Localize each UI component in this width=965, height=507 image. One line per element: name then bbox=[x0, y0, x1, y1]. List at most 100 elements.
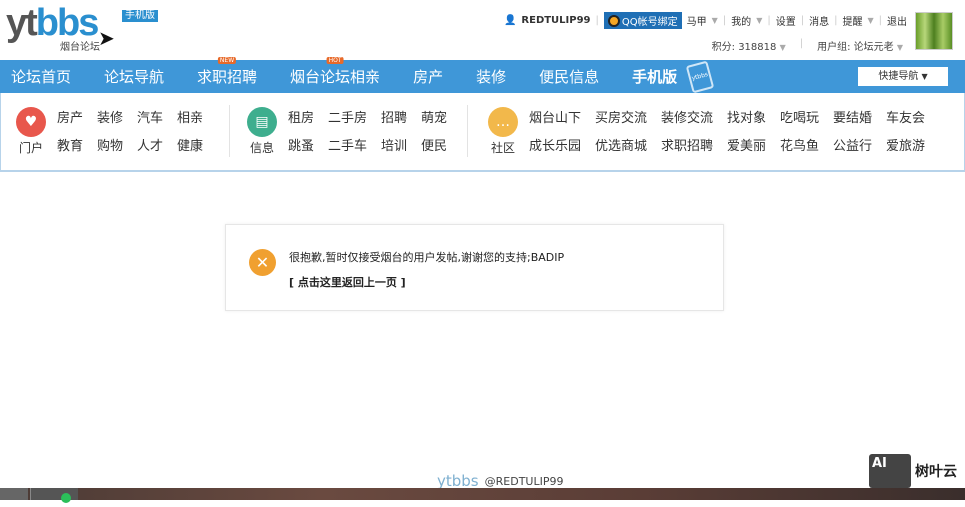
info-link[interactable]: ▤ 信息 bbox=[246, 107, 278, 156]
nav-label: 装修 bbox=[476, 68, 507, 86]
username-link[interactable]: REDTULIP99 bbox=[521, 15, 590, 26]
taskbar bbox=[0, 488, 965, 503]
category-link[interactable]: 求职招聘 bbox=[661, 135, 727, 157]
nav-realestate[interactable]: 房产 bbox=[413, 66, 443, 87]
category-link[interactable]: 装修交流 bbox=[661, 107, 727, 129]
chat-icon: … bbox=[488, 107, 518, 137]
nav-info[interactable]: 便民信息 bbox=[539, 66, 599, 87]
menu-settings[interactable]: 设置 bbox=[776, 13, 796, 28]
qq-icon bbox=[607, 14, 620, 27]
category-link[interactable]: 爱美丽 bbox=[727, 135, 780, 157]
category-link[interactable]: 相亲 bbox=[177, 107, 217, 129]
category-link[interactable]: 萌宠 bbox=[421, 107, 461, 129]
category-link[interactable]: 便民 bbox=[421, 135, 461, 157]
usergroup-link[interactable]: 用户组: 论坛元老 ▼ bbox=[817, 38, 903, 53]
group-info: ▤ 信息 租房 二手房 招聘 萌宠跳蚤 二手车 培训 便民 bbox=[246, 107, 461, 156]
nav-label: 便民信息 bbox=[539, 68, 600, 86]
category-link[interactable]: 汽车 bbox=[137, 107, 177, 129]
quick-nav-label: 快捷导航 bbox=[878, 71, 919, 82]
category-link[interactable]: 二手房 bbox=[328, 107, 381, 129]
points-link[interactable]: 积分: 318818 ▼ bbox=[712, 38, 786, 53]
group-label: 社区 bbox=[490, 141, 515, 155]
qq-bind-label: QQ帐号绑定 bbox=[621, 17, 678, 28]
hot-badge: HOT bbox=[326, 57, 344, 64]
portal-link[interactable]: ♥ 门户 bbox=[15, 107, 47, 156]
main-nav: 论坛首页 论坛导航 NEW 求职招聘 HOT 烟台论坛相亲 房产 装修 便民信息 手… bbox=[0, 57, 965, 93]
user-bar: 👤 REDTULIP99 | QQ帐号绑定 马甲 ▼ | 我的 ▼ | 设置 | 消息 | … bbox=[504, 12, 907, 29]
message-box: ✕ 很抱歉,暂时仅接受烟台的用户发帖,谢谢您的支持;BADIP [ 点击这里返回… bbox=[225, 224, 724, 311]
error-message: 很抱歉,暂时仅接受烟台的用户发帖,谢谢您的支持;BADIP bbox=[289, 251, 565, 264]
nav-decoration[interactable]: 装修 bbox=[476, 66, 506, 87]
nav-label: 求职招聘 bbox=[197, 68, 258, 86]
category-link[interactable]: 人才 bbox=[137, 135, 177, 157]
nav-label: 烟台论坛相亲 bbox=[290, 68, 381, 86]
category-link[interactable]: 培训 bbox=[381, 135, 421, 157]
category-link[interactable]: 花鸟鱼 bbox=[780, 135, 833, 157]
category-link[interactable]: 要结婚 bbox=[833, 107, 886, 129]
group-label: 信息 bbox=[249, 141, 274, 155]
nav-label: 论坛导航 bbox=[104, 68, 165, 86]
back-link[interactable]: [ 点击这里返回上一页 ] bbox=[289, 274, 406, 290]
category-link[interactable]: 爱旅游 bbox=[886, 135, 939, 157]
category-link[interactable]: 优选商城 bbox=[595, 135, 661, 157]
category-link[interactable]: 招聘 bbox=[381, 107, 421, 129]
ai-logo-icon: AI bbox=[869, 454, 911, 488]
mouse-cursor-icon: ➤ bbox=[98, 26, 115, 50]
category-link[interactable]: 吃喝玩 bbox=[780, 107, 833, 129]
nav-label: 手机版 bbox=[632, 68, 678, 86]
category-link[interactable]: 房产 bbox=[57, 107, 97, 129]
qq-bind-button[interactable]: QQ帐号绑定 bbox=[603, 12, 682, 29]
taskbar-button[interactable] bbox=[0, 488, 28, 500]
document-icon: ▤ bbox=[247, 107, 277, 137]
nav-label: 论坛首页 bbox=[11, 68, 72, 86]
brand-watermark: AI 树叶云 bbox=[869, 454, 957, 488]
usergroup-label: 用户组: 论坛元老 bbox=[817, 42, 894, 53]
category-link[interactable]: 成长乐园 bbox=[529, 135, 595, 157]
group-portal: ♥ 门户 房产 装修 汽车 相亲教育 购物 人才 健康 bbox=[15, 107, 217, 156]
category-link[interactable]: 教育 bbox=[57, 135, 97, 157]
nav-home[interactable]: 论坛首页 bbox=[11, 66, 71, 87]
menu-reminders[interactable]: 提醒 bbox=[842, 13, 862, 28]
nav-dating[interactable]: HOT 烟台论坛相亲 bbox=[290, 57, 381, 87]
points-label: 积分: 318818 bbox=[711, 42, 777, 53]
taskbar-app[interactable] bbox=[30, 488, 78, 503]
phone-icon: ytbbs bbox=[685, 60, 715, 93]
category-link[interactable]: 找对象 bbox=[727, 107, 780, 129]
category-link[interactable]: 购物 bbox=[97, 135, 137, 157]
logo-text: ytbbs bbox=[6, 2, 99, 44]
category-link[interactable]: 二手车 bbox=[328, 135, 381, 157]
category-link[interactable]: 租房 bbox=[288, 107, 328, 129]
nav-jobs[interactable]: NEW 求职招聘 bbox=[197, 57, 258, 87]
category-link[interactable]: 车友会 bbox=[886, 107, 939, 129]
menu-majia[interactable]: 马甲 bbox=[687, 13, 707, 28]
user-icon: 👤 bbox=[503, 15, 517, 26]
category-link[interactable]: 烟台山下 bbox=[529, 107, 595, 129]
brand-name: 树叶云 bbox=[915, 464, 957, 480]
heart-icon: ♥ bbox=[16, 107, 46, 137]
menu-logout[interactable]: 退出 bbox=[887, 13, 907, 28]
group-label: 门户 bbox=[18, 141, 43, 155]
category-link[interactable]: 装修 bbox=[97, 107, 137, 129]
site-logo[interactable]: ytbbs 烟台论坛 bbox=[6, 2, 106, 53]
new-badge: NEW bbox=[217, 57, 237, 64]
menu-mine[interactable]: 我的 bbox=[731, 13, 751, 28]
mobile-version-link[interactable]: 手机版 bbox=[122, 10, 158, 22]
category-link[interactable]: 跳蚤 bbox=[288, 135, 328, 157]
app-icon bbox=[61, 493, 71, 503]
menu-messages[interactable]: 消息 bbox=[809, 13, 829, 28]
watermark-user: @REDTULIP99 bbox=[484, 474, 564, 488]
community-link[interactable]: … 社区 bbox=[487, 107, 519, 156]
category-link[interactable]: 公益行 bbox=[833, 135, 886, 157]
nav-mobile[interactable]: 手机版 bbox=[632, 66, 677, 87]
group-community: … 社区 烟台山下 买房交流 装修交流 找对象 吃喝玩 要结婚 车友会成长乐园 优选商城 求职招聘… bbox=[487, 107, 939, 156]
nav-guide[interactable]: 论坛导航 bbox=[104, 66, 164, 87]
category-link[interactable]: 健康 bbox=[177, 135, 217, 157]
user-stats: 积分: 318818 ▼ | 用户组: 论坛元老 ▼ bbox=[711, 38, 903, 53]
user-avatar[interactable] bbox=[915, 12, 953, 50]
quick-nav-button[interactable]: 快捷导航 ▼ bbox=[858, 67, 948, 86]
logo-subtitle: 烟台论坛 bbox=[60, 42, 100, 53]
category-link[interactable]: 买房交流 bbox=[595, 107, 661, 129]
category-panel: ♥ 门户 房产 装修 汽车 相亲教育 购物 人才 健康 ▤ 信息 租房 二手房 招聘 萌宠跳蚤 二手车培… bbox=[0, 93, 965, 172]
error-icon: ✕ bbox=[249, 249, 276, 276]
nav-label: 房产 bbox=[413, 68, 444, 86]
